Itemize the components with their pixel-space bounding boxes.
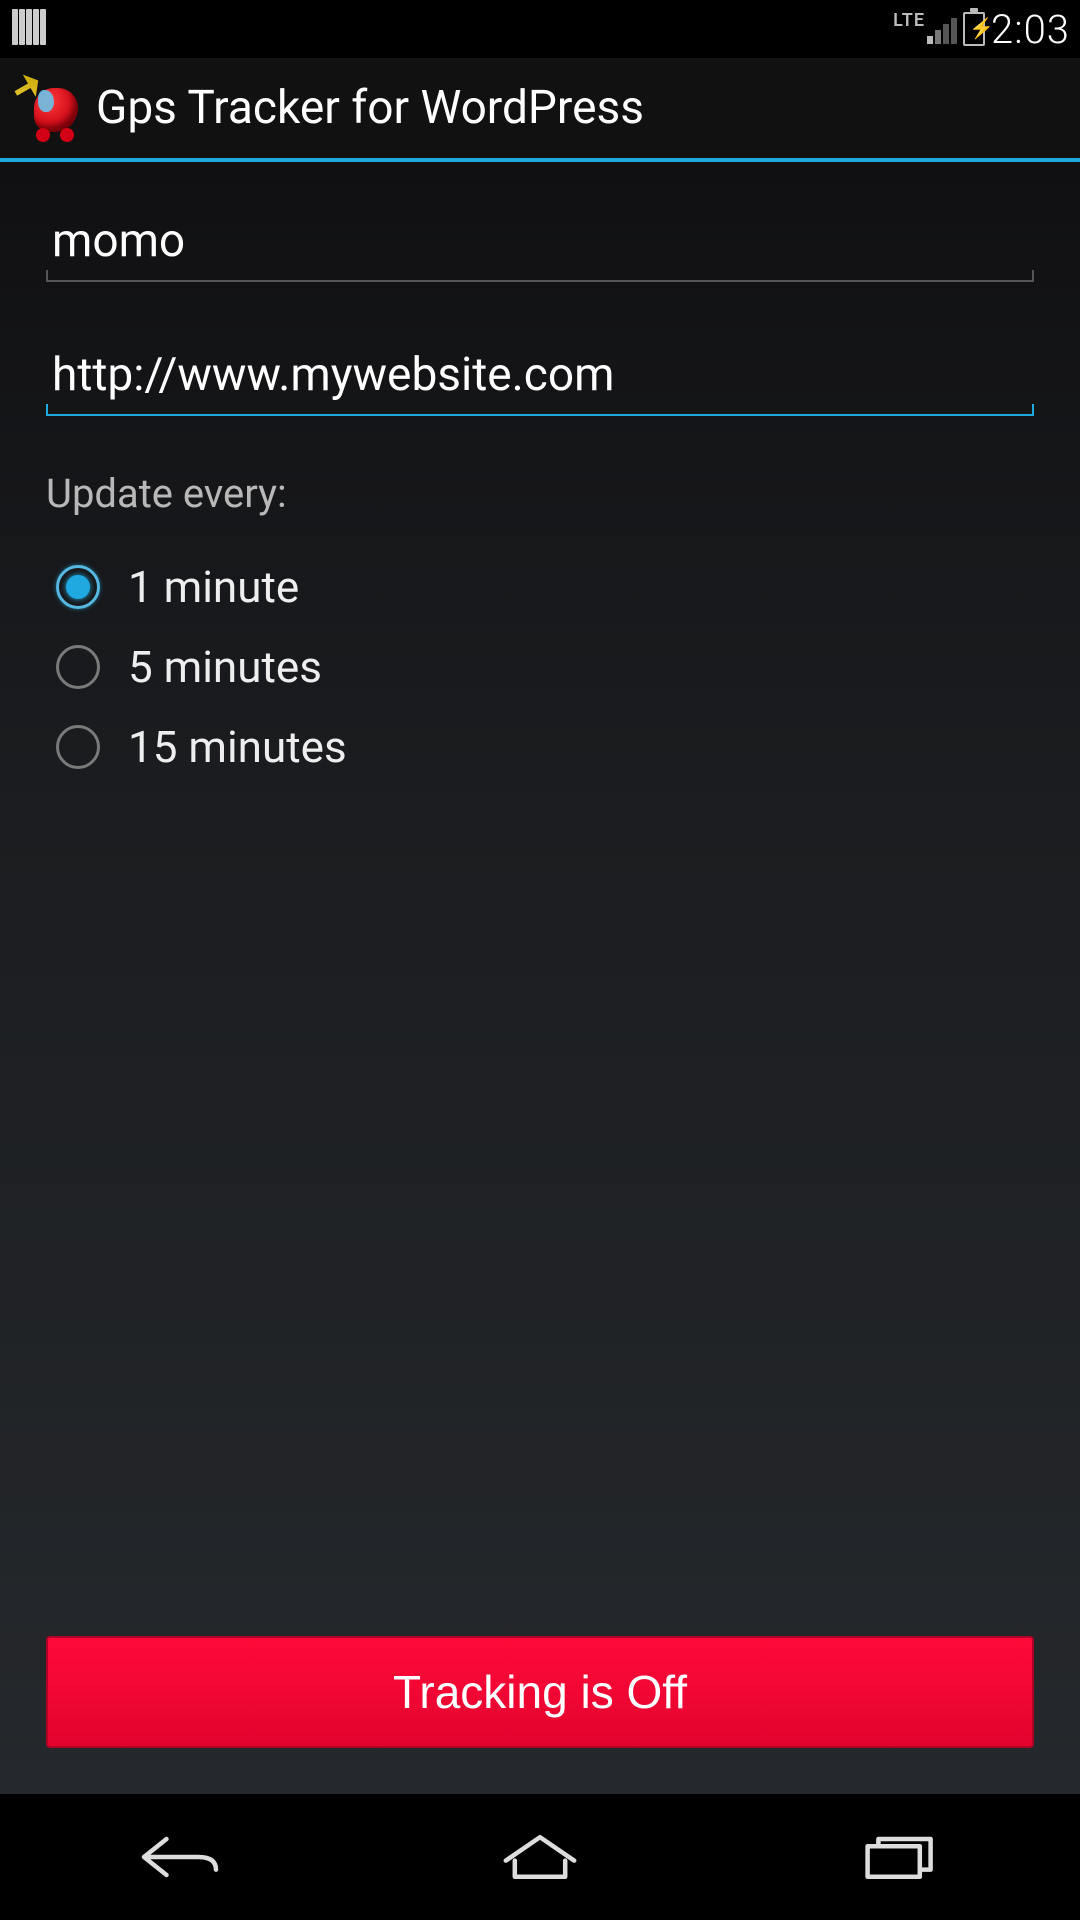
radio-icon <box>56 645 100 689</box>
url-field-wrap <box>46 336 1034 428</box>
interval-option-5min[interactable]: 5 minutes <box>46 627 1034 707</box>
app-title: Gps Tracker for WordPress <box>96 81 644 135</box>
back-icon <box>135 1827 225 1887</box>
status-clock: 2:03 <box>991 6 1070 53</box>
name-field-wrap <box>46 202 1034 294</box>
interval-option-1min[interactable]: 1 minute <box>46 547 1034 627</box>
tracking-toggle-button[interactable]: Tracking is Off <box>46 1636 1034 1748</box>
interval-option-label: 1 minute <box>128 561 299 613</box>
nav-back-button[interactable] <box>100 1822 260 1892</box>
recents-icon <box>855 1827 945 1887</box>
battery-charging-icon: ⚡ <box>963 12 985 46</box>
nav-bar <box>0 1794 1080 1920</box>
app-content: Update every: 1 minute 5 minutes 15 minu… <box>0 162 1080 1794</box>
sim-card-icon <box>10 9 48 49</box>
signal-strength-icon <box>927 14 957 44</box>
update-every-label: Update every: <box>46 470 1034 517</box>
url-input[interactable] <box>46 336 1034 414</box>
home-icon <box>495 1827 585 1887</box>
action-bar: Gps Tracker for WordPress <box>0 58 1080 162</box>
interval-option-label: 15 minutes <box>128 721 347 773</box>
radio-icon <box>56 725 100 769</box>
radio-icon <box>56 565 100 609</box>
interval-option-15min[interactable]: 15 minutes <box>46 707 1034 787</box>
app-icon <box>16 76 80 140</box>
interval-option-label: 5 minutes <box>128 641 322 693</box>
nav-recents-button[interactable] <box>820 1822 980 1892</box>
input-underline-focused <box>46 414 1034 428</box>
nav-home-button[interactable] <box>460 1822 620 1892</box>
network-type-label: LTE <box>893 10 925 31</box>
status-left <box>10 9 48 49</box>
status-right: LTE ⚡ 2:03 <box>893 6 1070 53</box>
tracking-toggle-label: Tracking is Off <box>393 1665 687 1719</box>
input-underline <box>46 280 1034 294</box>
status-bar: LTE ⚡ 2:03 <box>0 0 1080 58</box>
name-input[interactable] <box>46 202 1034 280</box>
